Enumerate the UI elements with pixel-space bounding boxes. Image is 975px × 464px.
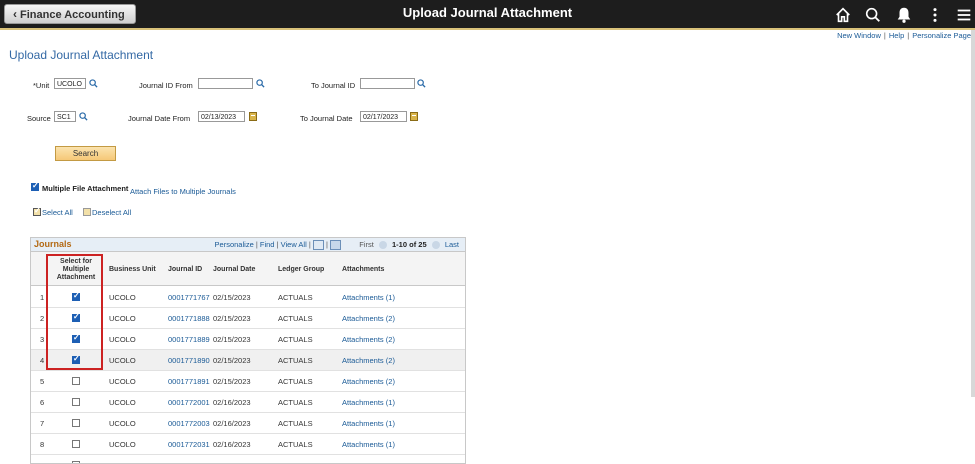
zoom-icon[interactable]: [312, 240, 324, 251]
highlight-box: [46, 254, 103, 370]
attach-files-link[interactable]: Attach Files to Multiple Journals: [130, 187, 236, 196]
journal-id-link[interactable]: 0001771767: [168, 293, 210, 302]
journal-id-link[interactable]: 0001771891: [168, 377, 210, 386]
deselect-all-checkbox-icon[interactable]: [83, 208, 91, 216]
to-journal-date-field[interactable]: 02/17/2023: [360, 111, 407, 122]
business-unit-column-header[interactable]: Business Unit: [109, 266, 156, 273]
journal-id-link[interactable]: 0001772001: [168, 398, 210, 407]
unit-lookup-icon[interactable]: [89, 79, 98, 88]
journal-id-from-lookup-icon[interactable]: [256, 79, 265, 88]
attachments-link[interactable]: Attachments (1): [342, 293, 395, 302]
attachments-link[interactable]: Attachments (1): [342, 440, 395, 449]
download-icon[interactable]: [330, 240, 342, 251]
grid-navigation: Personalize | Find | View All | | First …: [214, 240, 459, 251]
app-title: Upload Journal Attachment: [402, 5, 573, 20]
attachments-link[interactable]: Attachments (2): [342, 356, 395, 365]
attachments-link[interactable]: Attachments (2): [342, 314, 395, 323]
top-banner: ‹ Finance Accounting Upload Journal Attac…: [0, 0, 975, 30]
journal-id-column-header[interactable]: Journal ID: [168, 266, 202, 273]
attachments-column-header[interactable]: Attachments: [342, 266, 384, 273]
multiple-file-attachment-label: Multiple File Attachment: [42, 184, 129, 193]
search-button[interactable]: Search: [55, 146, 116, 161]
unit-field[interactable]: UCOLO: [54, 78, 86, 89]
journal-date-from-label: Journal Date From: [128, 114, 191, 123]
journal-id-link[interactable]: 0001771889: [168, 335, 210, 344]
to-journal-id-lookup-icon[interactable]: [417, 79, 426, 88]
to-journal-date-label: To Journal Date: [300, 114, 353, 123]
find-link[interactable]: Find: [260, 240, 275, 249]
search-icon[interactable]: [864, 6, 882, 24]
table-row: 5 UCOLO 0001771891 02/15/2023 ACTUALS At…: [31, 371, 465, 392]
row-select-checkbox[interactable]: [72, 398, 80, 406]
table-row: [31, 455, 465, 463]
to-journal-id-field[interactable]: [360, 78, 415, 89]
row-select-checkbox[interactable]: [72, 377, 80, 385]
journal-id-link[interactable]: 0001772031: [168, 440, 210, 449]
table-row: 6 UCOLO 0001772001 02/16/2023 ACTUALS At…: [31, 392, 465, 413]
calendar-icon[interactable]: [249, 112, 257, 121]
select-all-checkbox-icon[interactable]: [33, 206, 41, 216]
vertical-scrollbar[interactable]: [971, 30, 975, 397]
journal-date-column-header[interactable]: Journal Date: [213, 266, 255, 273]
to-journal-id-label: To Journal ID: [311, 81, 356, 90]
page-title: Upload Journal Attachment: [9, 48, 154, 62]
ledger-group-column-header[interactable]: Ledger Group: [278, 266, 324, 273]
next-page-icon[interactable]: [431, 241, 440, 250]
deselect-all-link[interactable]: Deselect All: [92, 208, 131, 217]
source-lookup-icon[interactable]: [79, 112, 88, 121]
row-select-checkbox[interactable]: [72, 419, 80, 427]
hamburger-menu-icon[interactable]: [955, 6, 973, 24]
table-row: 7 UCOLO 0001772003 02/16/2023 ACTUALS At…: [31, 413, 465, 434]
calendar-icon[interactable]: [410, 112, 418, 121]
table-row: 8 UCOLO 0001772031 02/16/2023 ACTUALS At…: [31, 434, 465, 455]
attachments-link[interactable]: Attachments (2): [342, 377, 395, 386]
header-links: New Window | Help | Personalize Page: [837, 31, 971, 40]
journal-date-from-field[interactable]: 02/13/2023: [198, 111, 245, 122]
source-field[interactable]: SC1: [54, 111, 76, 122]
unit-label: *Unit: [33, 81, 50, 90]
first-label: First: [359, 240, 374, 249]
personalize-link[interactable]: Personalize: [215, 240, 254, 249]
journal-id-link[interactable]: 0001771890: [168, 356, 210, 365]
attachments-link[interactable]: Attachments (1): [342, 398, 395, 407]
attachments-link[interactable]: Attachments (1): [342, 419, 395, 428]
help-link[interactable]: Help: [889, 31, 904, 40]
multiple-file-attachment-checkbox[interactable]: [31, 181, 39, 191]
attachments-link[interactable]: Attachments (2): [342, 335, 395, 344]
journal-id-from-label: Journal ID From: [139, 81, 193, 90]
select-all-link[interactable]: Select All: [42, 208, 73, 217]
row-select-checkbox[interactable]: [72, 440, 80, 448]
row-range: 1-10 of 25: [392, 240, 427, 249]
personalize-page-link[interactable]: Personalize Page: [912, 31, 971, 40]
home-icon[interactable]: [834, 6, 852, 24]
grid-header: Journals Personalize | Find | View All |…: [31, 238, 465, 252]
bell-icon[interactable]: [895, 6, 913, 24]
journal-id-from-field[interactable]: [198, 78, 253, 89]
previous-page-icon[interactable]: [378, 241, 387, 250]
new-window-link[interactable]: New Window: [837, 31, 881, 40]
last-link[interactable]: Last: [445, 240, 459, 249]
grid-title: Journals: [34, 239, 72, 249]
journal-id-link[interactable]: 0001772003: [168, 419, 210, 428]
journal-id-link[interactable]: 0001771888: [168, 314, 210, 323]
view-all-link[interactable]: View All: [281, 240, 307, 249]
kebab-menu-icon[interactable]: [926, 6, 944, 24]
source-label: Source: [27, 114, 51, 123]
